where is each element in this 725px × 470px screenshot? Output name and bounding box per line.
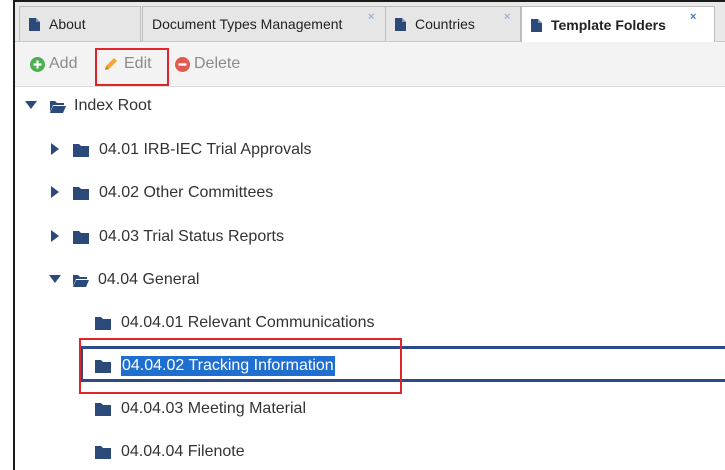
tab-label: About bbox=[49, 16, 86, 32]
doc-icon bbox=[395, 17, 406, 31]
folder-icon bbox=[95, 402, 111, 416]
tab-document-types-management[interactable]: Document Types Management × bbox=[142, 6, 387, 41]
tab-bar: About Document Types Management × Countr… bbox=[15, 2, 725, 43]
caret-down-icon[interactable] bbox=[25, 101, 37, 109]
doc-icon bbox=[29, 17, 40, 31]
tree-node-label: 04.03 Trial Status Reports bbox=[99, 228, 284, 245]
tab-template-folders[interactable]: Template Folders × bbox=[521, 6, 715, 43]
folder-icon bbox=[95, 445, 111, 459]
folder-open-icon bbox=[73, 274, 89, 287]
tree-node-04-01[interactable]: 04.01 IRB-IEC Trial Approvals bbox=[73, 138, 312, 162]
tree-node-label: 04.04.01 Relevant Communications bbox=[121, 314, 375, 331]
tree-node-label: 04.04 General bbox=[98, 271, 200, 288]
tree-node-04-04-01[interactable]: 04.04.01 Relevant Communications bbox=[95, 311, 374, 335]
caret-down-icon[interactable] bbox=[49, 275, 61, 283]
add-label: Add bbox=[49, 55, 78, 72]
tree-node-label: Index Root bbox=[74, 97, 152, 114]
delete-icon bbox=[175, 56, 190, 72]
window-frame: About Document Types Management × Countr… bbox=[0, 0, 725, 470]
folder-icon bbox=[73, 143, 89, 157]
folder-icon bbox=[73, 186, 89, 200]
folder-tree: Index Root 04.01 IRB-IEC Trial Approvals… bbox=[15, 86, 725, 470]
tree-node-04-04-04[interactable]: 04.04.04 Filenote bbox=[95, 440, 245, 464]
selected-node-highlight bbox=[79, 338, 402, 394]
tab-label: Countries bbox=[415, 16, 475, 32]
delete-label: Delete bbox=[194, 55, 241, 72]
tree-node-04-04[interactable]: 04.04 General bbox=[73, 268, 199, 292]
folder-icon bbox=[73, 230, 89, 244]
edit-button-highlight bbox=[95, 48, 169, 86]
delete-button[interactable]: Delete bbox=[175, 53, 240, 75]
add-icon bbox=[30, 56, 45, 72]
add-button[interactable]: Add bbox=[30, 53, 77, 75]
tree-node-label: 04.02 Other Committees bbox=[99, 184, 274, 201]
tab-about[interactable]: About bbox=[19, 6, 141, 41]
close-icon[interactable]: × bbox=[690, 11, 696, 23]
tab-label: Template Folders bbox=[551, 17, 666, 33]
tree-node-index-root[interactable]: Index Root bbox=[50, 94, 151, 118]
close-icon[interactable]: × bbox=[368, 11, 374, 23]
caret-right-icon[interactable] bbox=[51, 186, 59, 198]
caret-right-icon[interactable] bbox=[51, 143, 59, 155]
tree-node-label: 04.01 IRB-IEC Trial Approvals bbox=[99, 141, 312, 158]
close-icon[interactable]: × bbox=[504, 11, 510, 23]
folder-open-icon bbox=[50, 100, 66, 113]
doc-icon bbox=[531, 18, 542, 32]
tree-node-04-03[interactable]: 04.03 Trial Status Reports bbox=[73, 225, 284, 249]
tab-label: Document Types Management bbox=[152, 16, 343, 32]
tree-node-04-02[interactable]: 04.02 Other Committees bbox=[73, 181, 273, 205]
tree-node-label: 04.04.03 Meeting Material bbox=[121, 400, 306, 417]
tab-countries[interactable]: Countries × bbox=[385, 6, 521, 41]
folder-icon bbox=[95, 316, 111, 330]
caret-right-icon[interactable] bbox=[51, 230, 59, 242]
tree-node-04-04-03[interactable]: 04.04.03 Meeting Material bbox=[95, 397, 306, 421]
tree-node-label: 04.04.04 Filenote bbox=[121, 443, 245, 460]
